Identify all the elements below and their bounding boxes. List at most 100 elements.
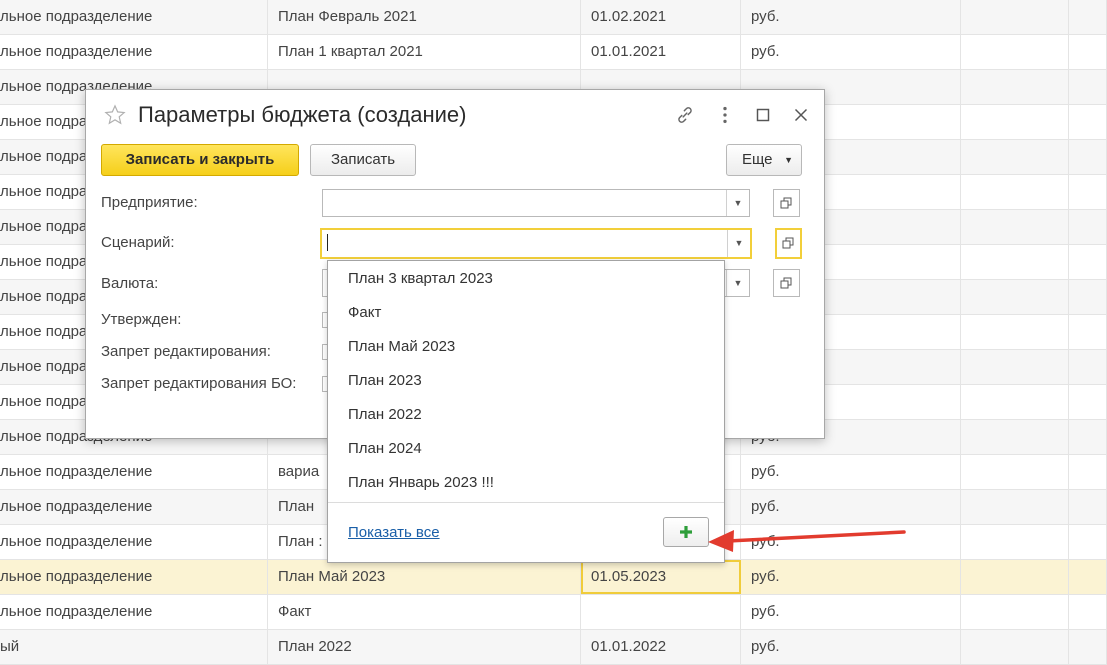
table-row[interactable]: льное подразделение План 1 квартал 2021 01… (0, 35, 1107, 70)
table-cell (961, 630, 1069, 664)
table-cell (961, 280, 1069, 314)
table-cell (961, 140, 1069, 174)
table-cell (961, 35, 1069, 69)
edit-ban-label: Запрет редактирования: (101, 343, 271, 360)
text-cursor (327, 234, 328, 251)
scenario-label: Сценарий: (101, 234, 175, 251)
approved-label: Утвержден: (101, 311, 182, 328)
table-cell (961, 175, 1069, 209)
close-icon[interactable] (790, 104, 812, 126)
save-and-close-button[interactable]: Записать и закрыть (101, 144, 299, 176)
table-cell (1069, 315, 1107, 349)
list-item[interactable]: План 2023 (348, 372, 422, 389)
table-cell (1069, 70, 1107, 104)
maximize-icon[interactable] (752, 104, 774, 126)
table-cell (1069, 350, 1107, 384)
table-cell (961, 245, 1069, 279)
table-cell: руб. (741, 455, 961, 489)
table-cell: льное подразделение (0, 0, 268, 34)
table-cell: 01.05.2023 (581, 560, 741, 594)
table-cell (1069, 105, 1107, 139)
table-cell: льное подразделение (0, 595, 268, 629)
table-cell (1069, 630, 1107, 664)
list-item[interactable]: План Май 2023 (348, 338, 455, 355)
table-cell: руб. (741, 560, 961, 594)
divider (328, 502, 724, 503)
dropdown-arrow-icon[interactable]: ▼ (726, 270, 749, 296)
list-item[interactable]: План 2022 (348, 406, 422, 423)
open-form-icon (782, 237, 794, 249)
table-row[interactable]: льное подразделение План Май 2023 01.05.20… (0, 560, 1107, 595)
edit-ban-bo-label: Запрет редактирования БО: (101, 375, 297, 392)
table-cell (1069, 0, 1107, 34)
table-cell (1069, 525, 1107, 559)
table-cell (1069, 175, 1107, 209)
table-cell: руб. (741, 490, 961, 524)
open-currency-button[interactable] (773, 269, 800, 297)
dialog-title: Параметры бюджета (создание) (138, 102, 467, 127)
open-form-icon (780, 277, 792, 289)
table-cell (961, 595, 1069, 629)
table-cell: План 1 квартал 2021 (268, 35, 581, 69)
table-cell (1069, 490, 1107, 524)
table-cell (961, 490, 1069, 524)
table-cell: План Февраль 2021 (268, 0, 581, 34)
table-row[interactable]: льное подразделение Факт руб. (0, 595, 1107, 630)
table-cell (961, 210, 1069, 244)
table-row[interactable]: ый План 2022 01.01.2022 руб. (0, 630, 1107, 665)
kebab-menu-icon[interactable] (714, 104, 736, 126)
save-button[interactable]: Записать (310, 144, 416, 176)
open-form-icon (780, 197, 792, 209)
table-cell: 01.01.2021 (581, 35, 741, 69)
open-enterprise-button[interactable] (773, 189, 800, 217)
table-row[interactable]: льное подразделение План Февраль 2021 01.0… (0, 0, 1107, 35)
table-cell (961, 315, 1069, 349)
list-item[interactable]: Факт (348, 304, 381, 321)
dropdown-arrow-icon[interactable]: ▼ (727, 230, 750, 257)
annotation-arrow-icon (708, 530, 906, 552)
table-cell: План 2022 (268, 630, 581, 664)
table-cell (961, 385, 1069, 419)
table-cell: 01.01.2022 (581, 630, 741, 664)
table-cell (1069, 595, 1107, 629)
enterprise-field[interactable]: ▼ (322, 189, 750, 217)
dropdown-arrow-icon[interactable]: ▼ (726, 190, 749, 216)
table-cell: План Май 2023 (268, 560, 581, 594)
table-cell (1069, 35, 1107, 69)
table-cell: руб. (741, 35, 961, 69)
table-cell: льное подразделение (0, 35, 268, 69)
table-cell (961, 455, 1069, 489)
table-cell (1069, 210, 1107, 244)
table-cell (961, 0, 1069, 34)
list-item[interactable]: План 3 квартал 2023 (348, 270, 493, 287)
scenario-choice-list: План 3 квартал 2023 Факт План Май 2023 П… (327, 260, 725, 563)
table-cell: льное подразделение (0, 560, 268, 594)
table-cell (1069, 140, 1107, 174)
chevron-down-icon: ▼ (784, 155, 793, 165)
show-all-link[interactable]: Показать все (348, 524, 440, 541)
table-cell (1069, 560, 1107, 594)
table-cell (961, 525, 1069, 559)
table-cell (961, 420, 1069, 454)
list-item[interactable]: План Январь 2023 !!! (348, 474, 494, 491)
more-button[interactable]: Еще ▼ (726, 144, 802, 176)
star-icon[interactable] (104, 104, 126, 126)
link-icon[interactable] (674, 104, 696, 126)
scenario-field[interactable]: ▼ (320, 228, 752, 259)
open-scenario-button[interactable] (775, 228, 802, 259)
table-cell (1069, 385, 1107, 419)
currency-label: Валюта: (101, 275, 159, 292)
table-cell: льное подразделение (0, 455, 268, 489)
table-cell: 01.02.2021 (581, 0, 741, 34)
table-cell (961, 560, 1069, 594)
table-cell (1069, 280, 1107, 314)
table-cell (1069, 420, 1107, 454)
list-item[interactable]: План 2024 (348, 440, 422, 457)
enterprise-label: Предприятие: (101, 194, 198, 211)
table-cell: руб. (741, 0, 961, 34)
table-cell: Факт (268, 595, 581, 629)
table-cell: руб. (741, 595, 961, 629)
table-cell (961, 105, 1069, 139)
table-cell (961, 70, 1069, 104)
table-cell: льное подразделение (0, 490, 268, 524)
